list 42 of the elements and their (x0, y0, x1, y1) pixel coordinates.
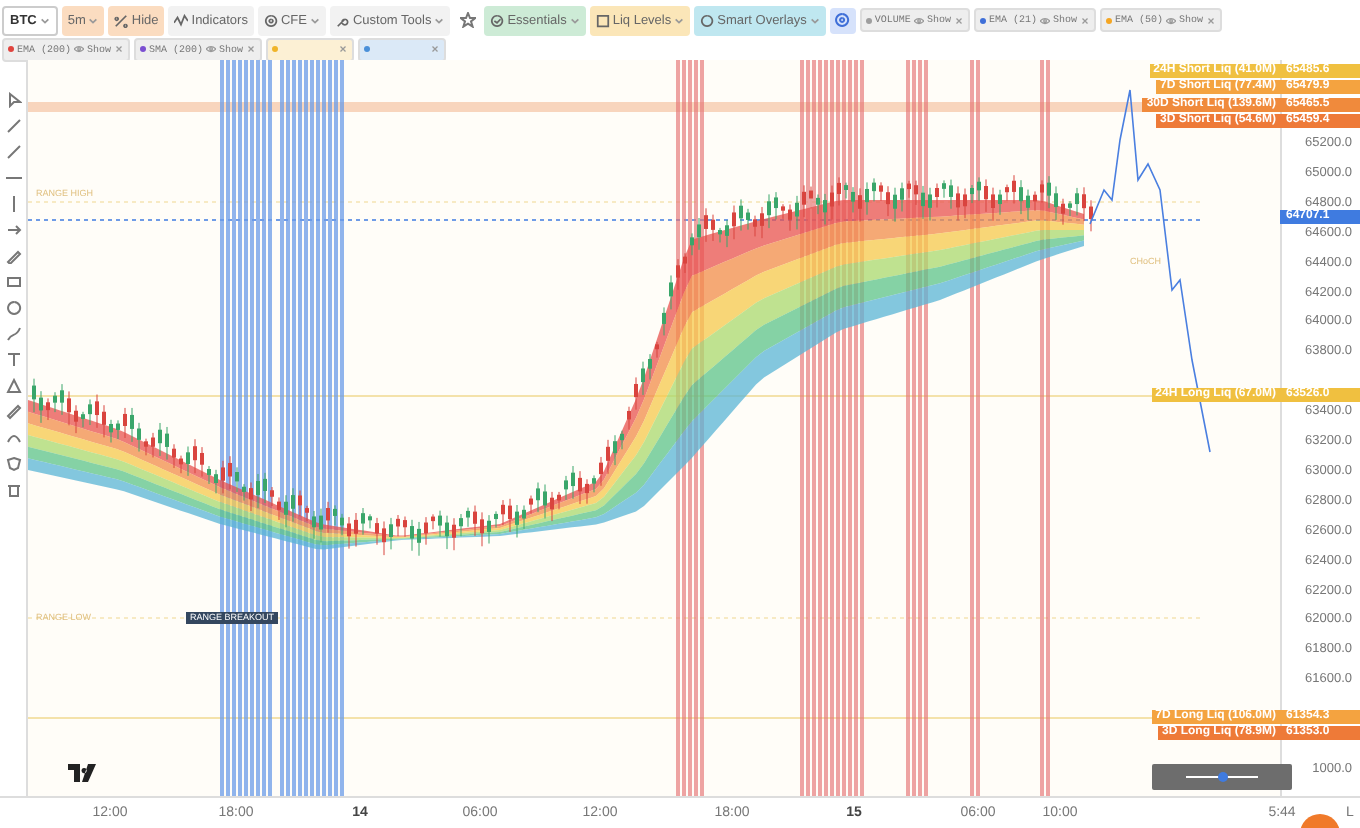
close-icon (953, 15, 964, 25)
caret-icon (809, 15, 820, 25)
close-icon (1079, 15, 1090, 25)
caret-icon (39, 15, 50, 25)
eye-icon (206, 44, 217, 54)
close-icon (1206, 15, 1217, 25)
close-icon (430, 44, 441, 54)
caret-icon (674, 15, 685, 25)
caret-icon (88, 15, 99, 25)
close-icon (114, 44, 125, 54)
line-icon[interactable] (5, 118, 21, 134)
logo-icon (68, 764, 96, 782)
wrench-icon (335, 13, 350, 27)
curve-icon[interactable] (5, 430, 21, 446)
text-icon[interactable] (5, 352, 21, 368)
scale-slider[interactable] (1152, 764, 1292, 790)
eye-icon (1166, 15, 1176, 25)
favorite-button[interactable] (454, 7, 481, 33)
triangle-icon[interactable] (5, 378, 21, 394)
eye-icon (1039, 15, 1050, 25)
slider-thumb[interactable] (1217, 772, 1227, 782)
close-icon (246, 44, 257, 54)
arrow-icon[interactable] (5, 222, 21, 238)
line-icon[interactable] (5, 144, 21, 160)
pencil-icon[interactable] (5, 248, 21, 264)
shield-icon[interactable] (5, 456, 21, 472)
star-icon (459, 12, 476, 28)
rectangle-icon[interactable] (5, 274, 21, 290)
close-icon (338, 44, 349, 54)
caret-icon (309, 15, 320, 25)
cursor-icon[interactable] (5, 92, 21, 108)
percent-icon (114, 13, 129, 27)
ruler-icon[interactable] (5, 404, 21, 420)
eye-icon (913, 15, 924, 25)
settings-button[interactable] (829, 7, 856, 33)
settings-icon (834, 12, 851, 28)
eye-icon (74, 44, 85, 54)
brush-icon[interactable] (5, 326, 21, 342)
wave-icon (174, 13, 189, 27)
caret-icon (434, 15, 445, 25)
trash-icon[interactable] (5, 482, 21, 498)
caret-icon (569, 15, 580, 25)
